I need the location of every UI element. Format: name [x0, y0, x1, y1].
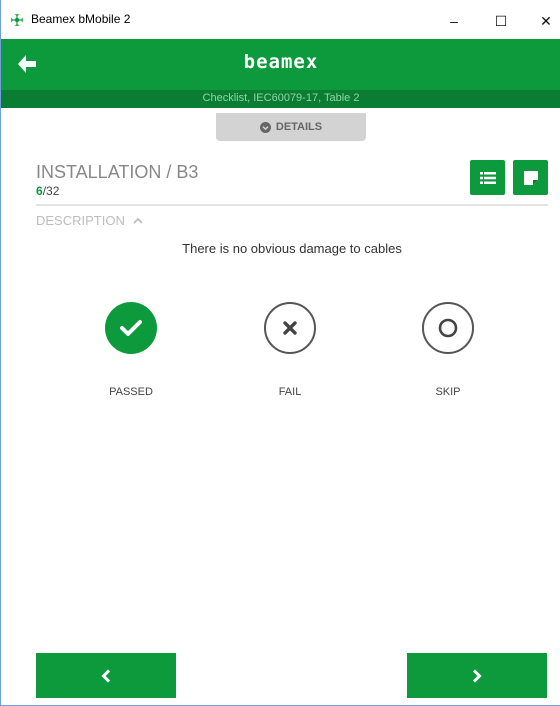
- close-icon: ✕: [540, 12, 552, 29]
- passed-label: PASSED: [109, 386, 153, 398]
- section-divider: [36, 204, 548, 206]
- passed-button[interactable]: [105, 302, 157, 354]
- note-icon: [523, 170, 538, 185]
- chevron-right-icon: [472, 668, 482, 683]
- skip-label: SKIP: [435, 386, 461, 398]
- next-button[interactable]: [407, 653, 547, 698]
- minimize-button[interactable]: –: [431, 10, 477, 32]
- description-toggle[interactable]: DESCRIPTION: [36, 213, 143, 228]
- window-title: Beamex bMobile 2: [31, 12, 131, 26]
- fail-label: FAIL: [278, 386, 302, 398]
- chevron-up-icon: [133, 217, 143, 224]
- x-icon: [283, 321, 297, 335]
- description-label: DESCRIPTION: [36, 213, 125, 228]
- beamex-logo: beamex: [243, 51, 319, 73]
- list-icon: [479, 171, 496, 184]
- progress-counter: 6/32: [36, 184, 59, 198]
- progress-total: /32: [42, 184, 60, 198]
- chevron-circle-down-icon: [259, 121, 271, 133]
- chevron-left-icon: [101, 668, 111, 683]
- description-text: There is no obvious damage to cables: [182, 241, 402, 256]
- app-header: beamex: [1, 39, 560, 90]
- subheader: Checklist, IEC60079-17, Table 2: [1, 90, 560, 108]
- close-button[interactable]: ✕: [523, 10, 560, 32]
- add-note-button[interactable]: [513, 160, 548, 195]
- check-icon: [120, 320, 142, 336]
- maximize-icon: ☐: [494, 12, 508, 29]
- previous-button[interactable]: [36, 653, 176, 698]
- circle-icon: [438, 318, 458, 338]
- section-title: INSTALLATION / B3: [36, 162, 199, 182]
- details-label: DETAILS: [275, 121, 323, 133]
- maximize-button[interactable]: ☐: [478, 10, 524, 32]
- progress-current: 6: [36, 184, 43, 198]
- title-bar: Beamex bMobile 2 – ☐ ✕: [1, 0, 560, 39]
- fail-button[interactable]: [264, 302, 316, 354]
- checklist-subtitle: Checklist, IEC60079-17, Table 2: [202, 92, 360, 104]
- details-tab[interactable]: DETAILS: [216, 113, 366, 141]
- app-window: Beamex bMobile 2 – ☐ ✕ beamex Checklist,…: [0, 0, 560, 706]
- beamex-app-icon: [11, 14, 23, 26]
- minimize-icon: –: [450, 13, 458, 29]
- checklist-list-button[interactable]: [470, 160, 505, 195]
- skip-button[interactable]: [422, 302, 474, 354]
